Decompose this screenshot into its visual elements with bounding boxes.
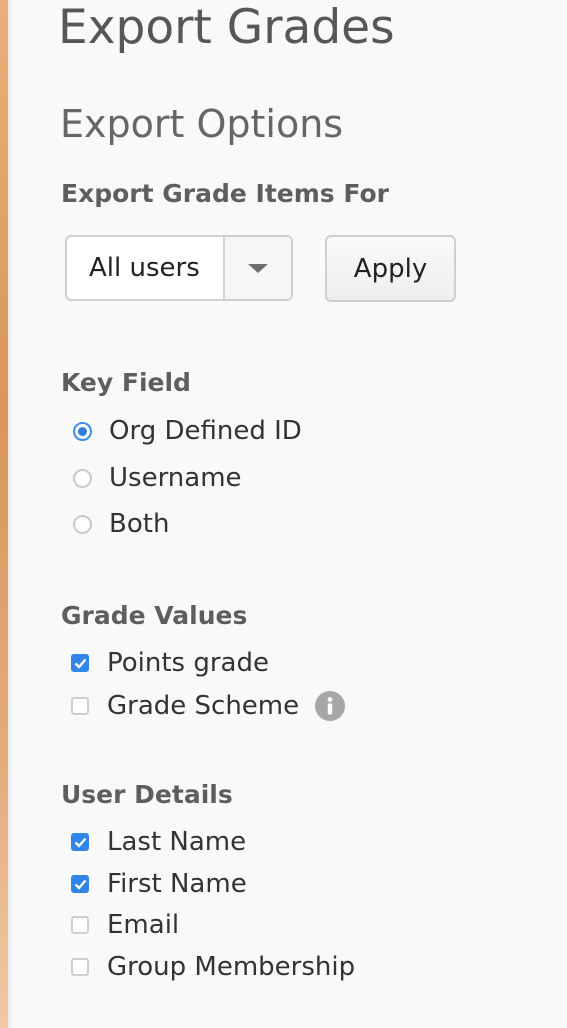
apply-button[interactable]: Apply bbox=[325, 235, 456, 302]
radio-button[interactable] bbox=[73, 514, 92, 534]
checkbox-label: Grade Scheme bbox=[107, 691, 300, 721]
export-grade-items-label: Export Grade Items For bbox=[61, 179, 389, 208]
radio-label: Org Defined ID bbox=[109, 416, 302, 446]
checkbox[interactable] bbox=[71, 958, 89, 976]
checkbox-first-name[interactable]: First Name bbox=[71, 866, 247, 902]
edge-shadow bbox=[8, 0, 12, 1028]
radio-label: Username bbox=[109, 463, 242, 493]
checkbox-label: First Name bbox=[107, 869, 247, 899]
info-icon[interactable] bbox=[315, 691, 346, 721]
users-select-value: All users bbox=[89, 253, 200, 283]
checkbox[interactable] bbox=[71, 875, 89, 893]
checkbox-label: Points grade bbox=[107, 648, 269, 678]
checkbox[interactable] bbox=[71, 916, 89, 934]
radio-both[interactable]: Both bbox=[73, 506, 169, 542]
grade-values-label: Grade Values bbox=[61, 601, 248, 630]
radio-org-defined-id[interactable]: Org Defined ID bbox=[73, 413, 302, 449]
checkmark-icon bbox=[74, 879, 86, 890]
user-details-label: User Details bbox=[61, 780, 233, 809]
users-select[interactable]: All users bbox=[65, 235, 293, 301]
radio-label: Both bbox=[109, 509, 170, 539]
checkbox[interactable] bbox=[71, 697, 89, 715]
checkbox[interactable] bbox=[71, 654, 89, 672]
checkbox-email[interactable]: Email bbox=[71, 907, 179, 943]
radio-button-selected[interactable] bbox=[73, 421, 92, 441]
radio-username[interactable]: Username bbox=[73, 460, 242, 496]
checkmark-icon bbox=[74, 658, 86, 669]
checkbox-points-grade[interactable]: Points grade bbox=[71, 645, 269, 681]
checkbox-label: Email bbox=[107, 910, 180, 940]
checkbox-grade-scheme[interactable]: Grade Scheme bbox=[71, 688, 346, 724]
radio-button[interactable] bbox=[73, 468, 92, 488]
left-window-edge bbox=[0, 0, 8, 1028]
users-select-toggle[interactable] bbox=[223, 237, 291, 299]
chevron-down-icon bbox=[248, 263, 268, 273]
checkbox[interactable] bbox=[71, 833, 89, 851]
checkbox-label: Group Membership bbox=[107, 952, 356, 982]
key-field-label: Key Field bbox=[61, 368, 191, 397]
export-options-heading: Export Options bbox=[60, 102, 344, 146]
checkmark-icon bbox=[74, 837, 86, 848]
checkbox-last-name[interactable]: Last Name bbox=[71, 824, 246, 860]
checkbox-label: Last Name bbox=[107, 827, 247, 857]
page-title: Export Grades bbox=[58, 0, 395, 55]
checkbox-group-membership[interactable]: Group Membership bbox=[71, 949, 355, 985]
